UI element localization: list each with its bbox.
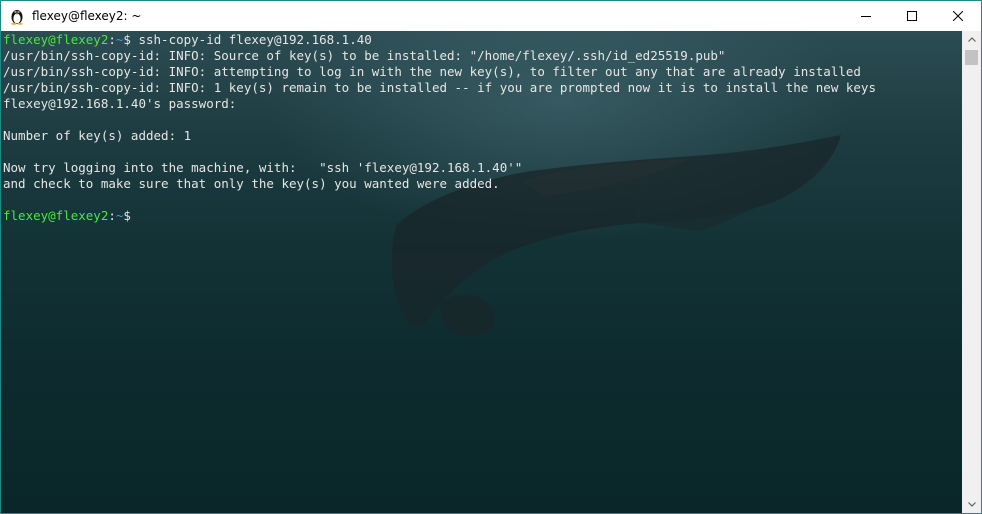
title-bar[interactable]: flexey@flexey2: ~ <box>1 1 981 31</box>
command-text: ssh-copy-id flexey@192.168.1.40 <box>130 32 372 47</box>
minimize-button[interactable] <box>843 1 889 31</box>
prompt-user: flexey@flexey2 <box>3 208 109 223</box>
terminal-output: flexey@flexey2:~$ ssh-copy-id flexey@192… <box>3 32 876 224</box>
output-line: /usr/bin/ssh-copy-id: INFO: attempting t… <box>3 64 861 79</box>
scroll-up-arrow-icon <box>967 37 976 42</box>
output-line: /usr/bin/ssh-copy-id: INFO: 1 key(s) rem… <box>3 80 876 95</box>
output-line: and check to make sure that only the key… <box>3 176 500 191</box>
close-icon <box>953 11 963 21</box>
scroll-down-button[interactable] <box>962 496 981 513</box>
linux-penguin-icon[interactable] <box>9 7 25 25</box>
close-button[interactable] <box>935 1 981 31</box>
prompt-line: flexey@flexey2:~$ <box>3 208 876 224</box>
scroll-up-button[interactable] <box>962 31 981 48</box>
output-line: Number of key(s) added: 1 <box>3 128 192 143</box>
prompt-separator: : <box>108 32 116 47</box>
terminal-area[interactable]: flexey@flexey2:~$ ssh-copy-id flexey@192… <box>1 31 962 513</box>
output-line: flexey@192.168.1.40's password: <box>3 96 237 111</box>
scroll-down-arrow-icon <box>967 502 976 507</box>
prompt-separator: : <box>108 208 116 223</box>
output-line: /usr/bin/ssh-copy-id: INFO: Source of ke… <box>3 48 726 63</box>
scrollbar-thumb[interactable] <box>965 50 978 65</box>
terminal-window: flexey@flexey2: ~ flexey@flexey2:~$ ssh-… <box>0 0 982 514</box>
minimize-icon <box>861 16 871 17</box>
prompt-line: flexey@flexey2:~$ ssh-copy-id flexey@192… <box>3 32 876 48</box>
prompt-symbol: $ <box>123 208 131 223</box>
maximize-icon <box>907 11 917 21</box>
vertical-scrollbar[interactable] <box>962 31 981 513</box>
prompt-user: flexey@flexey2 <box>3 32 109 47</box>
prompt-symbol: $ <box>123 32 131 47</box>
output-line: Now try logging into the machine, with: … <box>3 160 523 175</box>
maximize-button[interactable] <box>889 1 935 31</box>
window-title: flexey@flexey2: ~ <box>32 9 142 23</box>
